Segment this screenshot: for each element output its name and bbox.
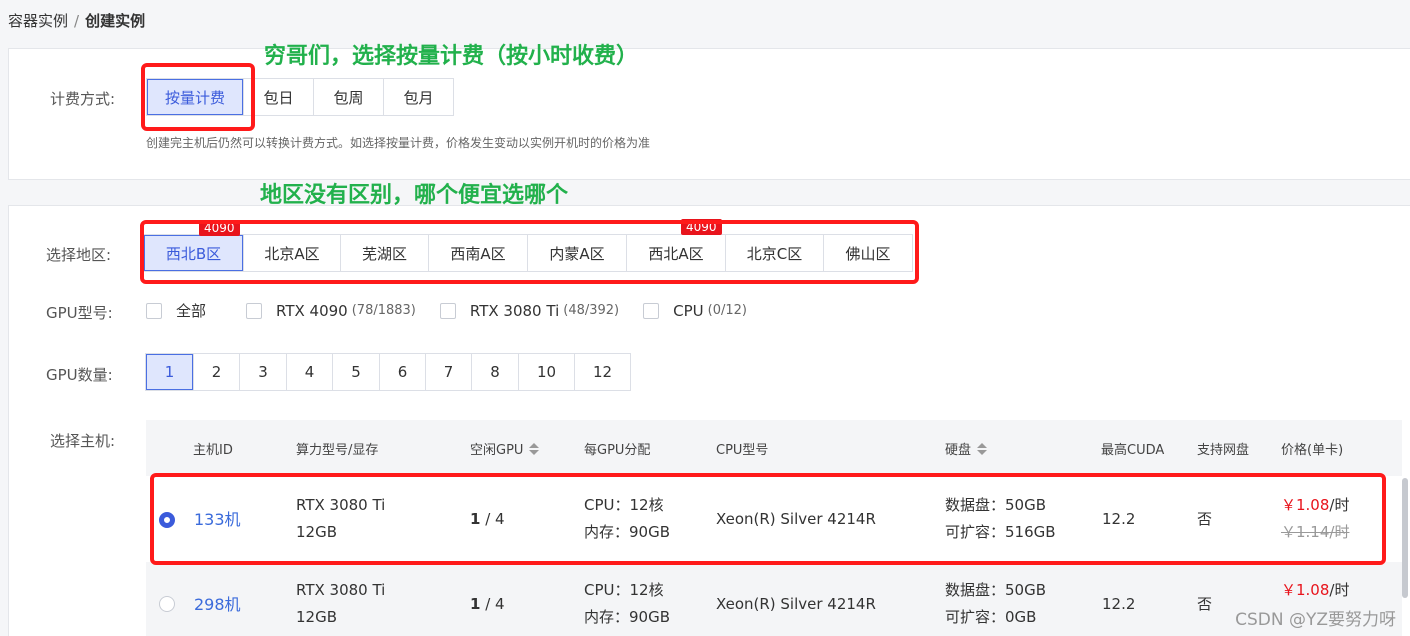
gpu-model-name: 全部 (176, 302, 207, 320)
gpu-model-name: RTX 4090 (276, 301, 348, 320)
price-unit: /时 (1329, 581, 1350, 599)
checkbox[interactable] (439, 302, 456, 319)
sort-icon[interactable] (529, 442, 540, 455)
gpu-model-count: (78/1883) (351, 303, 416, 318)
scrollbar[interactable] (1402, 478, 1408, 598)
gpu-count-option[interactable]: 2 (193, 354, 239, 390)
sort-icon[interactable] (977, 442, 988, 455)
gpu-model-option[interactable]: CPU (0/12) (643, 302, 747, 320)
table-row[interactable]: 298机 RTX 3080 Ti 12GB 1 / 4 CPU：12核 内存：9… (146, 562, 1402, 636)
gpu-model-option[interactable]: RTX 4090 (78/1883) (246, 302, 416, 320)
column-header-netdisk: 支持网盘 (1197, 443, 1250, 458)
column-header-free-gpu[interactable]: 空闲GPU (470, 439, 540, 458)
billing-option-weekly[interactable]: 包周 (313, 79, 383, 115)
breadcrumb-current: 创建实例 (85, 12, 146, 30)
host-table: 主机ID 算力型号/显存 空闲GPU 每GPU分配 CPU型号 硬盘 最高CUD… (146, 420, 1402, 636)
gpu-count-option[interactable]: 8 (471, 354, 518, 390)
gpu-model-name: CPU (673, 301, 704, 320)
gpu-model-name: RTX 3080 Ti (469, 301, 560, 320)
checkbox[interactable] (643, 302, 660, 319)
gpu-count-option[interactable]: 3 (239, 354, 286, 390)
host-netdisk: 否 (1197, 595, 1213, 613)
billing-label: 计费方式: (50, 90, 116, 108)
breadcrumb-root[interactable]: 容器实例 (8, 10, 68, 31)
gpu-count-label: GPU数量: (46, 366, 113, 384)
gpu-model-count: (0/12) (707, 303, 747, 318)
breadcrumb-separator: / (74, 11, 80, 30)
free-gpu-count: 1 (470, 595, 481, 613)
host-vram: 12GB (296, 608, 338, 626)
host-disk-data: 数据盘：50GB (945, 581, 1047, 599)
host-mem-alloc: 内存：90GB (584, 608, 671, 626)
highlight-box-billing (141, 63, 255, 131)
host-id-link[interactable]: 298机 (194, 591, 241, 618)
gpu-model-label: GPU型号: (46, 304, 113, 322)
gpu-count-option[interactable]: 12 (574, 354, 630, 390)
column-header-label: 空闲GPU (470, 443, 524, 458)
total-gpu-count: / 4 (480, 595, 505, 613)
billing-hint: 创建完主机后仍然可以转换计费方式。如选择按量计费，价格发生变动以实例开机时的价格… (146, 136, 651, 150)
gpu-count-options: 1 2 3 4 5 6 7 8 10 12 (145, 353, 631, 391)
gpu-count-option[interactable]: 10 (518, 354, 574, 390)
price-value: ￥1.08 (1281, 581, 1330, 599)
watermark: CSDN @YZ要努力呀 (1235, 610, 1396, 630)
annotation-billing: 穷哥们，选择按量计费（按小时收费） (264, 44, 639, 69)
breadcrumb: 容器实例 / 创建实例 (8, 10, 145, 31)
host-free-gpu: 1 / 4 (470, 591, 505, 618)
column-header-cpu-model: CPU型号 (716, 443, 769, 458)
annotation-region: 地区没有区别，哪个便宜选哪个 (260, 183, 569, 208)
gpu-model-options: 全部 RTX 4090 (78/1883) RTX 3080 Ti (48/39… (146, 300, 771, 321)
column-header-label: 硬盘 (945, 443, 972, 458)
gpu-model-option[interactable]: RTX 3080 Ti (48/392) (439, 301, 620, 320)
host-cpu-model: Xeon(R) Silver 4214R (716, 595, 876, 613)
column-header-host-id: 主机ID (193, 443, 233, 458)
gpu-count-option[interactable]: 5 (332, 354, 379, 390)
gpu-count-option[interactable]: 6 (379, 354, 425, 390)
gpu-model-option[interactable]: 全部 (146, 300, 206, 321)
column-header-cuda: 最高CUDA (1101, 443, 1165, 458)
column-header-disk[interactable]: 硬盘 (945, 439, 988, 458)
host-cuda: 12.2 (1102, 595, 1136, 613)
highlight-box-host (150, 473, 1386, 565)
host-price-now: ￥1.08/时 (1281, 577, 1349, 604)
gpu-count-option[interactable]: 1 (146, 354, 193, 390)
column-header-per-gpu: 每GPU分配 (584, 443, 651, 458)
gpu-count-option[interactable]: 7 (425, 354, 471, 390)
host-disk-ext: 可扩容：0GB (945, 608, 1037, 626)
billing-option-monthly[interactable]: 包月 (383, 79, 453, 115)
table-header: 主机ID 算力型号/显存 空闲GPU 每GPU分配 CPU型号 硬盘 最高CUD… (146, 420, 1402, 476)
host-label: 选择主机: (50, 432, 116, 450)
host-cpu-alloc: CPU：12核 (584, 581, 664, 599)
highlight-box-region (140, 220, 919, 284)
checkbox[interactable] (246, 302, 263, 319)
column-header-price: 价格(单卡) (1281, 443, 1344, 458)
column-header-model: 算力型号/显存 (296, 443, 379, 458)
gpu-model-count: (48/392) (563, 303, 620, 318)
host-radio[interactable] (159, 596, 175, 612)
gpu-count-option[interactable]: 4 (286, 354, 332, 390)
region-label: 选择地区: (46, 246, 112, 264)
checkbox[interactable] (146, 302, 162, 319)
host-model: RTX 3080 Ti (296, 581, 386, 599)
